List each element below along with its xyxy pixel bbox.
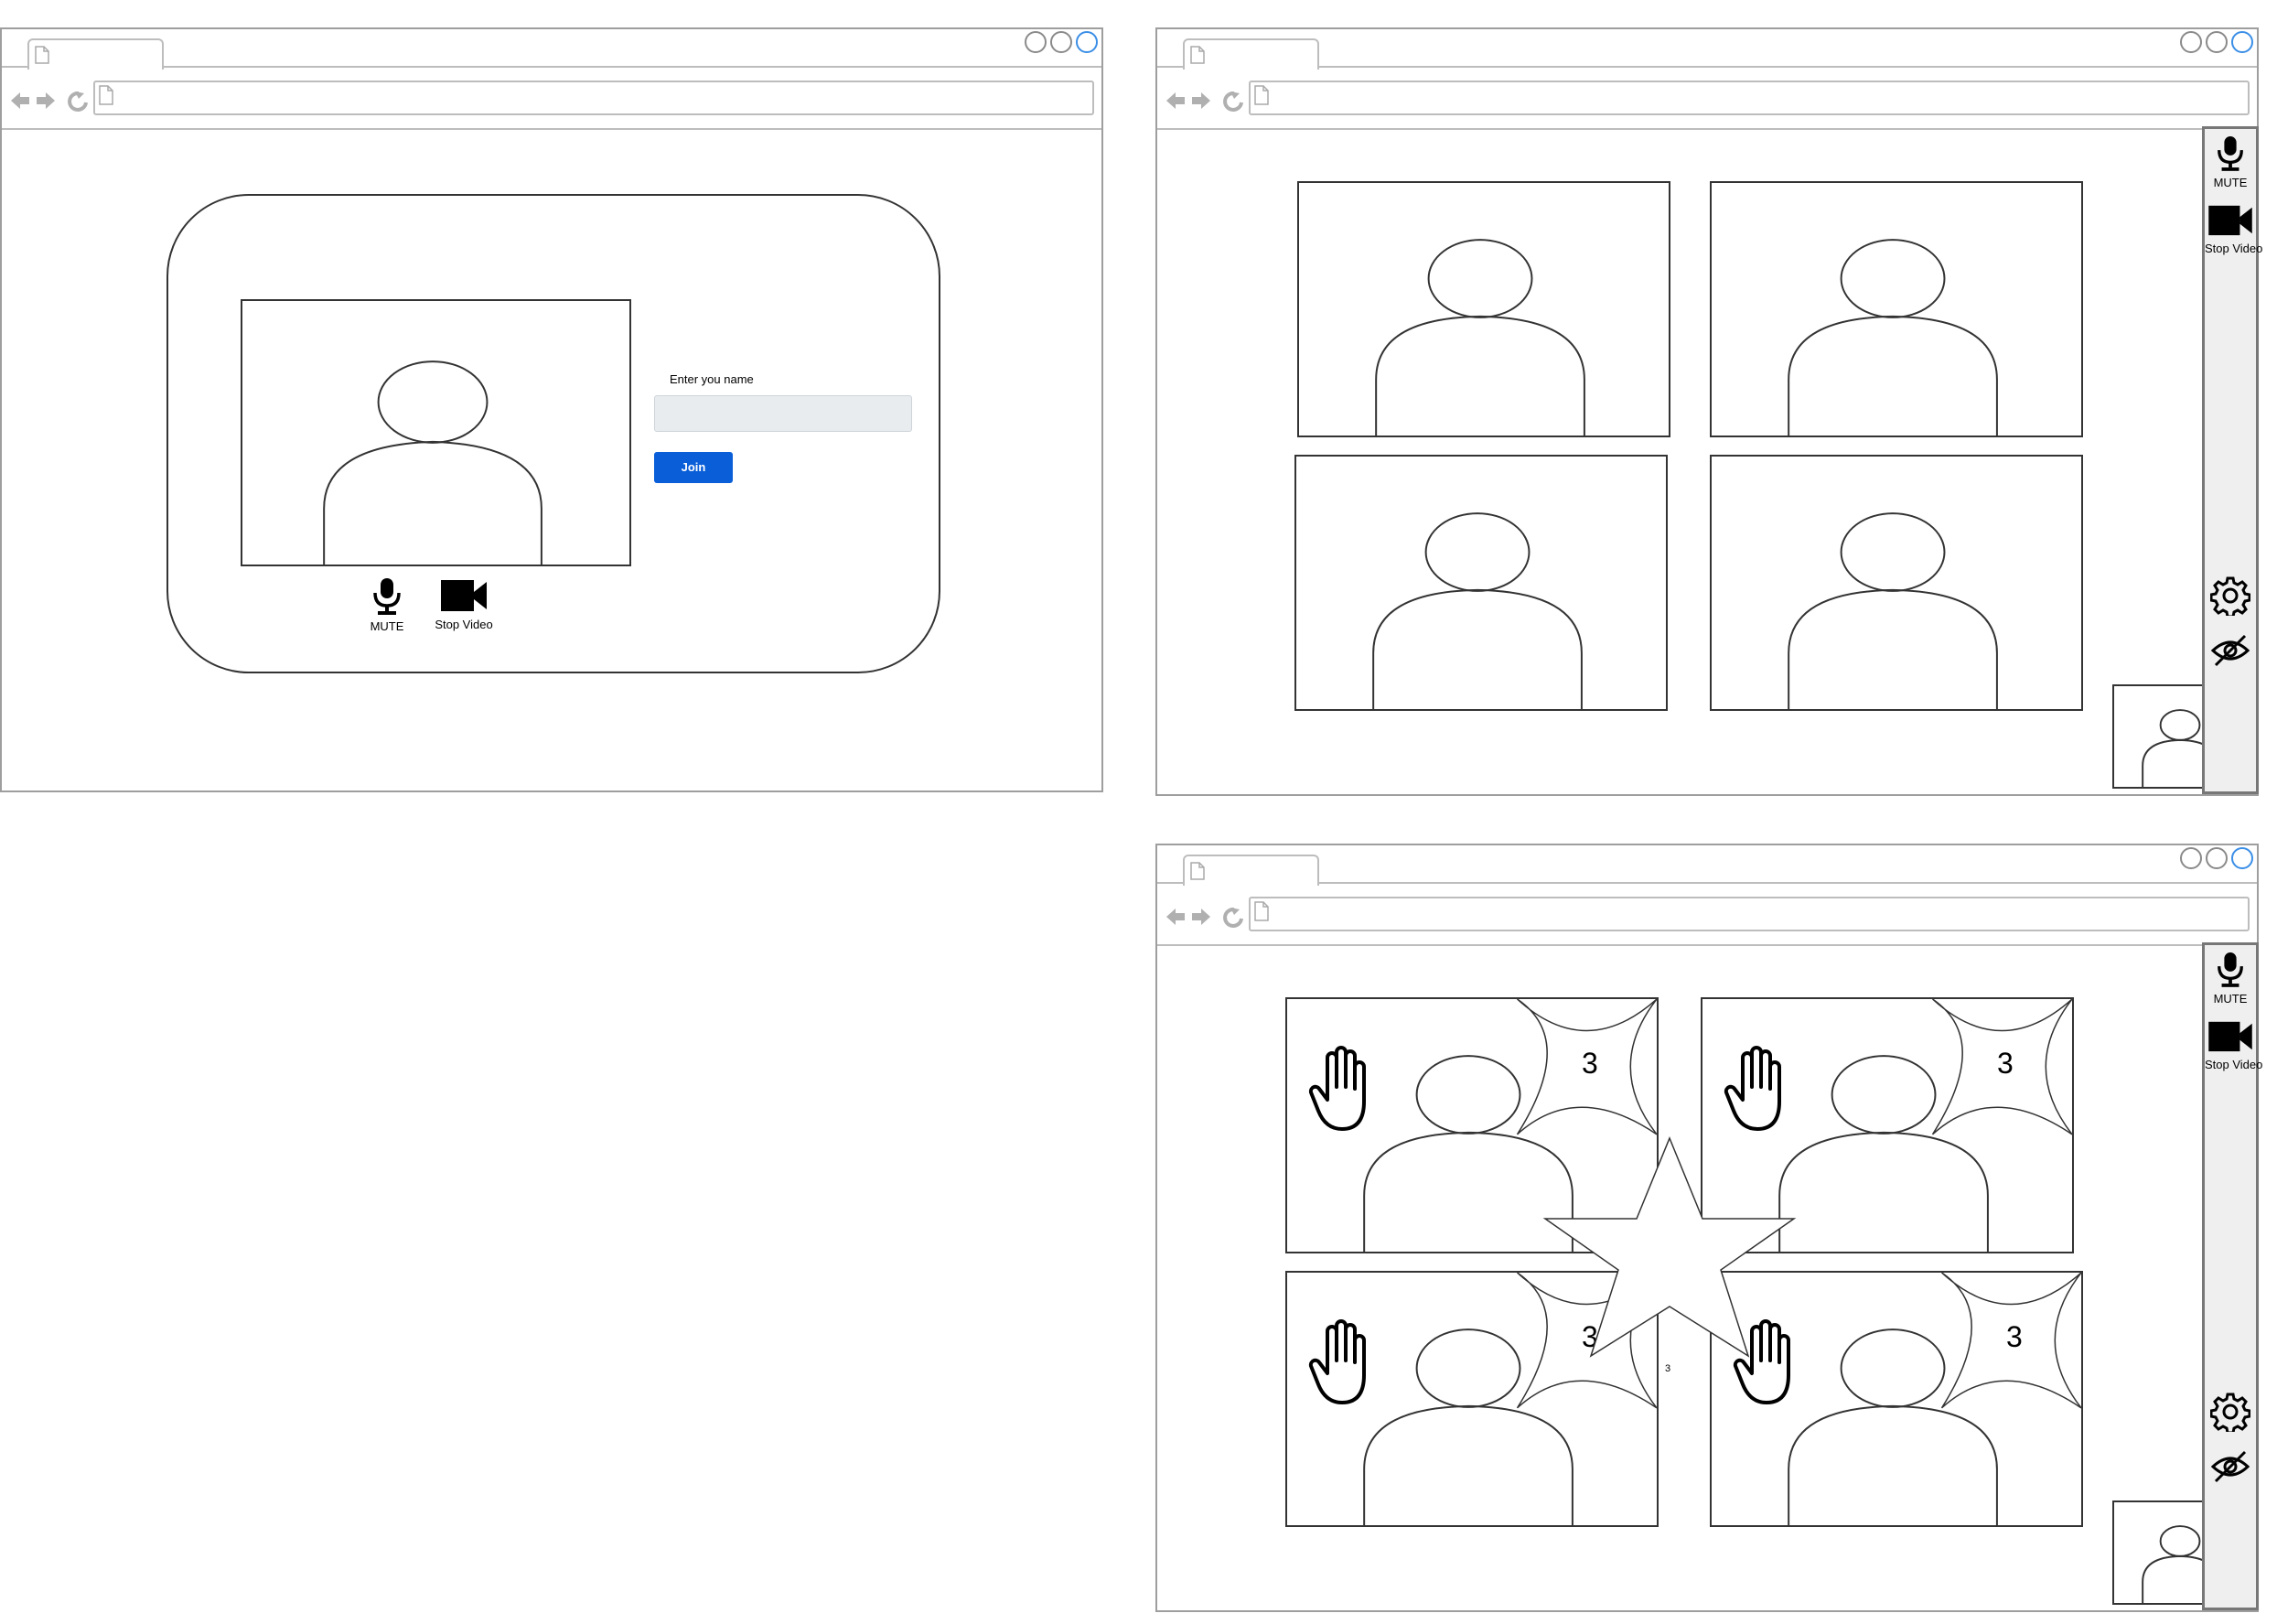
microphone-icon <box>373 578 401 615</box>
browser-window-join: Enter you name Join MUTE Stop Video <box>0 27 1103 792</box>
control-sidebar: MUTE Stop Video <box>2202 942 2263 1610</box>
reaction-count: 3 <box>1997 1047 2014 1080</box>
name-input[interactable] <box>654 395 912 432</box>
participant-tile[interactable] <box>1294 455 1668 711</box>
page-icon <box>1190 862 1205 880</box>
forward-arrow-icon[interactable] <box>37 92 55 109</box>
url-bar[interactable] <box>1249 81 2250 115</box>
window-max-button[interactable] <box>2206 31 2228 53</box>
participant-tile[interactable] <box>1297 181 1670 437</box>
stop-video-button[interactable]: Stop Video <box>432 576 496 631</box>
mute-label: MUTE <box>2213 992 2248 1006</box>
tab-strip <box>1157 845 2257 886</box>
browser-window-reactions: 3 3 3 3 3 MUTE Stop Video <box>1155 844 2263 1612</box>
window-min-button[interactable] <box>2180 31 2202 53</box>
stop-video-label: Stop Video <box>435 618 493 631</box>
reaction-count: 3 <box>1582 1047 1598 1080</box>
page-icon <box>1254 85 1269 105</box>
url-bar[interactable] <box>1249 897 2250 931</box>
reload-icon[interactable] <box>1223 907 1243 928</box>
browser-window-meeting: MUTE Stop Video <box>1155 27 2263 796</box>
tab-strip <box>1157 29 2257 70</box>
window-close-button[interactable] <box>2231 847 2253 869</box>
star-count: 3 <box>1665 1363 1671 1374</box>
settings-button[interactable] <box>2205 575 2256 620</box>
stop-video-button[interactable]: Stop Video <box>2205 1018 2263 1071</box>
browser-tab[interactable] <box>1183 38 1319 70</box>
mute-label: MUTE <box>2213 176 2248 189</box>
window-max-button[interactable] <box>1050 31 1072 53</box>
eye-slash-icon <box>2210 634 2250 667</box>
raised-hand-icon <box>1724 1046 1781 1131</box>
page-icon <box>1254 901 1269 921</box>
star-icon <box>1542 1136 1797 1358</box>
browser-tab[interactable] <box>1183 855 1319 886</box>
url-bar[interactable] <box>93 81 1094 115</box>
microphone-icon <box>2218 136 2243 171</box>
user-silhouette-icon <box>323 360 542 565</box>
browser-tab[interactable] <box>27 38 164 70</box>
page-icon <box>1190 46 1205 64</box>
stop-video-label: Stop Video <box>2205 1058 2263 1071</box>
name-label: Enter you name <box>670 372 754 386</box>
forward-arrow-icon[interactable] <box>1192 909 1210 925</box>
tab-strip <box>2 29 1101 70</box>
participant-tile[interactable] <box>1710 181 2083 437</box>
window-close-button[interactable] <box>2231 31 2253 53</box>
nav-bar <box>1157 886 2257 946</box>
window-min-button[interactable] <box>2180 847 2202 869</box>
reaction-count: 3 <box>2006 1320 2023 1353</box>
participant-tile[interactable] <box>1710 455 2083 711</box>
user-silhouette-icon <box>1372 512 1583 709</box>
gear-icon <box>2209 576 2251 618</box>
reload-icon[interactable] <box>68 91 88 112</box>
eye-slash-icon <box>2210 1450 2250 1483</box>
window-max-button[interactable] <box>2206 847 2228 869</box>
forward-arrow-icon[interactable] <box>1192 92 1210 109</box>
user-silhouette-icon <box>1788 512 1998 709</box>
window-controls <box>1021 31 1098 58</box>
settings-button[interactable] <box>2205 1392 2256 1436</box>
window-controls <box>2176 31 2253 58</box>
mute-button[interactable]: MUTE <box>2205 134 2256 189</box>
video-camera-icon <box>2208 1021 2252 1052</box>
back-arrow-icon[interactable] <box>1166 909 1185 925</box>
video-camera-icon <box>2208 205 2252 236</box>
window-controls <box>2176 847 2253 874</box>
stop-video-button[interactable]: Stop Video <box>2205 202 2263 255</box>
mute-label: MUTE <box>370 619 404 633</box>
user-silhouette-icon <box>1788 239 1998 436</box>
nav-bar <box>1157 70 2257 130</box>
control-sidebar: MUTE Stop Video <box>2202 126 2263 794</box>
page-icon <box>35 46 49 64</box>
window-close-button[interactable] <box>1076 31 1098 53</box>
back-arrow-icon[interactable] <box>11 92 29 109</box>
raised-hand-icon <box>1308 1046 1366 1131</box>
reload-icon[interactable] <box>1223 91 1243 112</box>
stop-video-label: Stop Video <box>2205 242 2263 255</box>
mute-button[interactable]: MUTE <box>2205 951 2256 1006</box>
hide-self-view-button[interactable] <box>2205 632 2256 673</box>
back-arrow-icon[interactable] <box>1166 92 1185 109</box>
window-min-button[interactable] <box>1025 31 1047 53</box>
page-icon <box>99 85 113 105</box>
microphone-icon <box>2218 952 2243 987</box>
nav-bar <box>2 70 1101 130</box>
video-camera-icon <box>441 580 487 611</box>
raised-hand-icon <box>1308 1319 1366 1404</box>
join-button[interactable]: Join <box>654 452 733 483</box>
gear-icon <box>2209 1393 2251 1435</box>
hide-self-view-button[interactable] <box>2205 1448 2256 1490</box>
user-silhouette-icon <box>1375 239 1585 436</box>
mute-button[interactable]: MUTE <box>364 576 410 633</box>
self-video-preview <box>241 299 631 566</box>
